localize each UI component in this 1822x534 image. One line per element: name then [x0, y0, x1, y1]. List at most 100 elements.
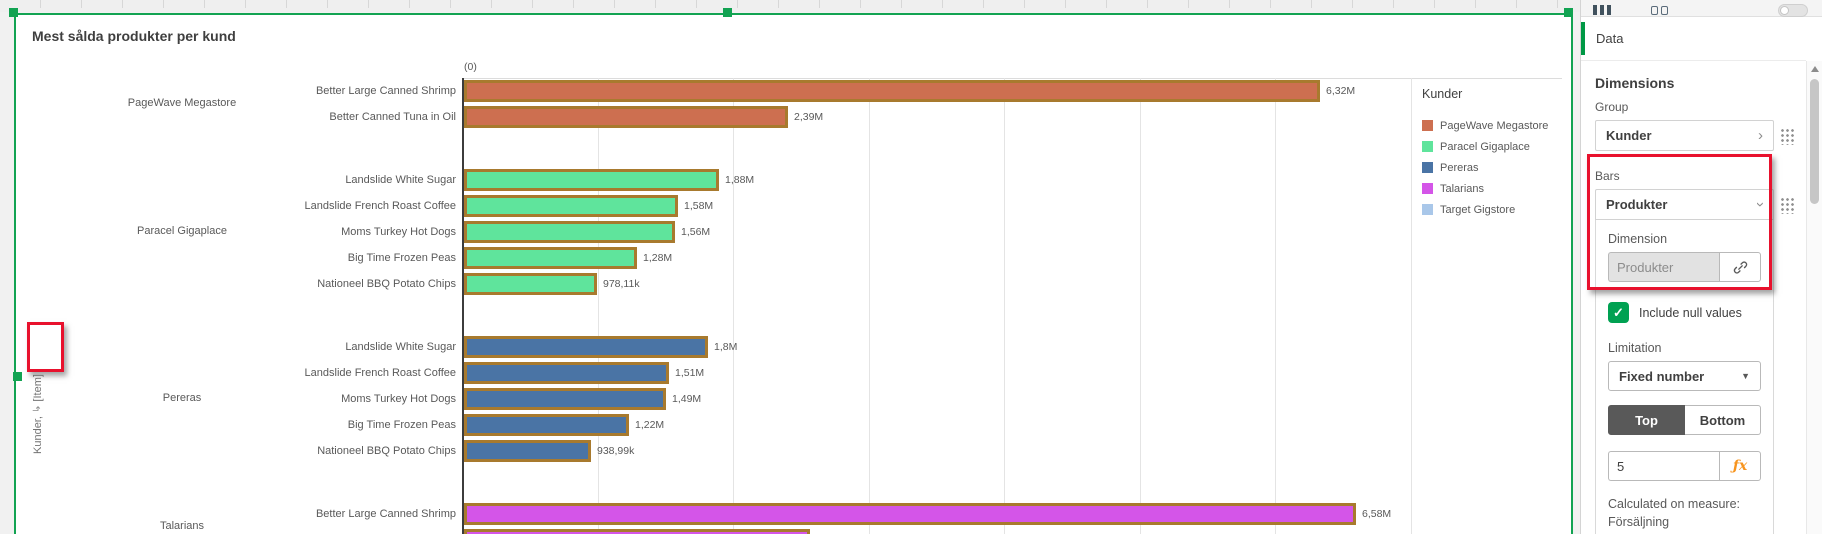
- legend-swatch: [1422, 183, 1433, 194]
- legend-item[interactable]: PageWave Megastore: [1422, 115, 1562, 136]
- bar[interactable]: [464, 106, 788, 128]
- sheet-grid-ruler: [0, 0, 1580, 12]
- bar[interactable]: [464, 273, 597, 295]
- legend-label: Target Gigstore: [1440, 203, 1516, 216]
- bar-value-label: 1,58M: [684, 200, 714, 212]
- annotation-box-bars-section: [1587, 154, 1772, 290]
- limitation-label: Limitation: [1608, 341, 1662, 355]
- axis-title-text: [Item]: [32, 374, 44, 402]
- app-window: Mest sålda produkter per kund (0) Better…: [0, 0, 1822, 534]
- limitation-selected-value: Fixed number: [1619, 368, 1705, 384]
- calculated-note-line1: Calculated on measure:: [1608, 497, 1741, 511]
- bar[interactable]: [464, 80, 1320, 102]
- axis-title-text: Kunder,: [32, 416, 44, 454]
- bar-row: Landslide White Sugar 1,8M: [16, 336, 1571, 358]
- chart-card[interactable]: Mest sålda produkter per kund (0) Better…: [14, 13, 1573, 534]
- bar[interactable]: [464, 195, 678, 217]
- limitation-select[interactable]: Fixed number ▼: [1608, 361, 1761, 391]
- gridline: [597, 78, 599, 534]
- dimension-item-kunder[interactable]: Kunder ›: [1595, 120, 1774, 151]
- selection-handle-left-middle[interactable]: [13, 372, 22, 381]
- dimension-item-kunder-label: Kunder: [1606, 128, 1652, 143]
- bar[interactable]: [464, 362, 669, 384]
- fx-icon: ƒx: [1732, 458, 1748, 474]
- checkbox-checked-icon[interactable]: ✓: [1608, 302, 1629, 323]
- bar-row: Nationeel BBQ Potato Chips 978,11k: [16, 273, 1571, 295]
- customer-group-label: Talarians: [159, 520, 205, 532]
- bar-label: Nationeel BBQ Potato Chips: [317, 445, 456, 457]
- drag-handle-icon[interactable]: [1780, 126, 1794, 145]
- bar-value-label: 1,51M: [675, 367, 705, 379]
- legend-item[interactable]: Target Gigstore: [1422, 199, 1562, 220]
- include-nulls-row[interactable]: ✓ Include null values: [1608, 302, 1761, 323]
- scroll-up-icon[interactable]: [1811, 66, 1819, 72]
- gridline: [1004, 78, 1005, 534]
- grid-layout-icon[interactable]: [1651, 6, 1668, 15]
- legend-swatch: [1422, 204, 1433, 215]
- top-bottom-segmented: Top Bottom: [1608, 405, 1761, 435]
- legend-label: Pereras: [1440, 161, 1479, 174]
- annotation-box-axis-item-label: [27, 322, 64, 372]
- bottom-button[interactable]: Bottom: [1685, 405, 1761, 435]
- gridline: [868, 78, 870, 534]
- bar[interactable]: [464, 336, 708, 358]
- legend-items: PageWave Megastore Paracel Gigaplace Perer…: [1422, 115, 1562, 220]
- bar-label: Landslide White Sugar: [345, 341, 456, 353]
- drag-handle-icon[interactable]: [1780, 195, 1794, 214]
- gridline: [1410, 78, 1412, 534]
- gridline: [1139, 78, 1141, 534]
- bar[interactable]: [464, 247, 637, 269]
- selection-handle-top-left[interactable]: [9, 8, 18, 17]
- value-axis-tick-label: (0): [464, 61, 477, 73]
- bar-row: Big Time Frozen Peas 1,22M: [16, 414, 1571, 436]
- gridline: [733, 78, 734, 534]
- bar-value-label: 1,49M: [672, 393, 702, 405]
- top-button[interactable]: Top: [1608, 405, 1685, 435]
- fixed-number-input[interactable]: [1608, 451, 1719, 481]
- bar[interactable]: [464, 221, 675, 243]
- bar[interactable]: [464, 414, 629, 436]
- legend-item[interactable]: Talarians: [1422, 178, 1562, 199]
- legend-item[interactable]: Paracel Gigaplace: [1422, 136, 1562, 157]
- selection-handle-top-center[interactable]: [723, 8, 732, 17]
- legend-swatch: [1422, 162, 1433, 173]
- bar-value-label: 6,58M: [1362, 508, 1392, 520]
- axis-top-line: [462, 78, 1562, 79]
- group-label: Group: [1595, 100, 1629, 114]
- tab-data[interactable]: Data: [1581, 17, 1806, 61]
- customer-group-label: Pereras: [162, 392, 202, 404]
- toggle-switch[interactable]: [1778, 4, 1808, 17]
- customer-group-label: Paracel Gigaplace: [137, 225, 227, 237]
- legend: Kunder PageWave Megastore Paracel Gigapla…: [1422, 87, 1562, 220]
- bar-chart-plot: (0) Better Large Canned Shrimp 6,32M Bette…: [16, 15, 1571, 534]
- chevron-right-icon: ›: [1758, 127, 1763, 144]
- customer-group-label: PageWave Megastore: [127, 97, 237, 109]
- value-axis-zero-line: [462, 78, 464, 534]
- drill-dimension-icon: ↳: [32, 404, 43, 414]
- panel-scrollbar[interactable]: [1806, 61, 1822, 534]
- bar-value-label: 6,32M: [1326, 85, 1356, 97]
- bar-label: Better Canned Tuna in Oil: [329, 111, 456, 123]
- bar-label: Landslide French Roast Coffee: [304, 367, 456, 379]
- legend-swatch: [1422, 120, 1433, 131]
- bar-row: Nationeel BBQ Potato Chips 938,99k: [16, 440, 1571, 462]
- bar[interactable]: [464, 169, 719, 191]
- calculated-note-line2: Försäljning: [1608, 515, 1670, 529]
- bar[interactable]: [464, 440, 591, 462]
- panel-content: Dimensions Group Kunder › Bars Produkter…: [1581, 61, 1806, 534]
- expression-editor-button[interactable]: ƒx: [1719, 451, 1761, 481]
- bar-row: Landslide White Sugar 1,88M: [16, 169, 1571, 191]
- bar-row: Better Canned Tuna in Oil 2,39M: [16, 106, 1571, 128]
- panel-toolbar: [1581, 0, 1822, 17]
- bar[interactable]: [464, 529, 810, 534]
- chart-columns-icon[interactable]: [1593, 5, 1611, 15]
- bar[interactable]: [464, 388, 666, 410]
- legend-label: Paracel Gigaplace: [1440, 140, 1530, 153]
- legend-item[interactable]: Pereras: [1422, 157, 1562, 178]
- legend-title: Kunder: [1422, 87, 1463, 101]
- selection-handle-top-right[interactable]: [1564, 8, 1573, 17]
- bar-value-label: 1,28M: [643, 252, 673, 264]
- scrollbar-thumb[interactable]: [1810, 79, 1819, 204]
- bar[interactable]: [464, 503, 1356, 525]
- bar-label: Nationeel BBQ Potato Chips: [317, 278, 456, 290]
